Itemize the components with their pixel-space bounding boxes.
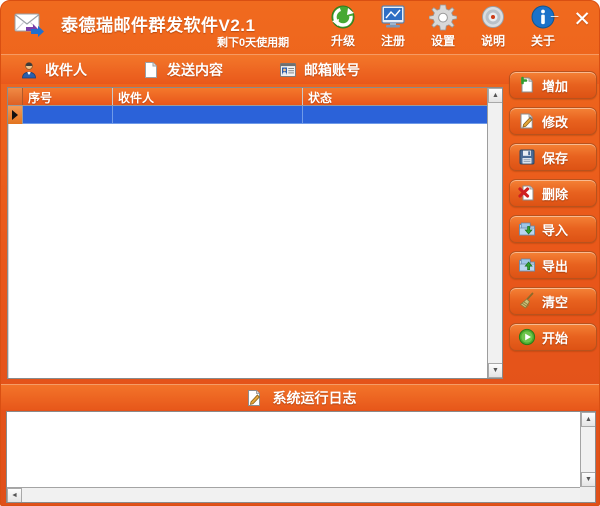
envelope-arrow-icon xyxy=(13,11,47,41)
minimize-button[interactable]: – xyxy=(550,6,560,26)
toolbar-label-about: 关于 xyxy=(530,34,555,48)
current-row-marker-icon xyxy=(12,110,18,120)
grid-vertical-scrollbar[interactable]: ▲ ▼ xyxy=(487,88,502,378)
clear-button-label: 清空 xyxy=(542,294,569,310)
toolbar-label-help: 说明 xyxy=(480,34,505,48)
save-button-label: 保存 xyxy=(542,150,569,166)
add-button[interactable]: 增加 xyxy=(509,71,597,99)
delete-cross-icon xyxy=(518,184,536,202)
log-horizontal-scrollbar[interactable]: ◄ ► xyxy=(7,487,595,502)
cd-disc-icon xyxy=(479,4,507,32)
cell-status[interactable] xyxy=(303,106,502,124)
import-folder-down-icon xyxy=(518,220,536,238)
toolbar-item-upgrade[interactable]: 升级 xyxy=(323,4,363,49)
edit-pencil-icon xyxy=(518,112,536,130)
cell-recipient[interactable] xyxy=(113,106,303,124)
play-start-icon xyxy=(518,328,536,346)
window-controls: – ✕ xyxy=(550,6,591,30)
monitor-blue-icon xyxy=(379,4,407,32)
import-button-label: 导入 xyxy=(542,222,569,238)
add-button-label: 增加 xyxy=(542,78,569,94)
document-page-icon xyxy=(142,61,160,79)
table-row[interactable] xyxy=(8,106,502,124)
toolbar-label-register: 注册 xyxy=(380,34,405,48)
broom-clear-icon xyxy=(518,292,536,310)
grid-column-header-status[interactable]: 状态 xyxy=(303,88,502,105)
title-bar: 泰德瑞邮件群发软件V2.1 剩下0天使用期 升级 注册 设置 说明 关于 – ✕ xyxy=(1,1,599,53)
log-scroll-left-button[interactable]: ◄ xyxy=(7,488,22,502)
toolbar-item-settings[interactable]: 设置 xyxy=(423,4,463,49)
scrollbar-corner xyxy=(580,487,595,502)
start-button-label: 开始 xyxy=(542,330,569,346)
modify-button-label: 修改 xyxy=(542,114,569,130)
clear-button[interactable]: 清空 xyxy=(509,287,597,315)
modify-button[interactable]: 修改 xyxy=(509,107,597,135)
export-button-label: 导出 xyxy=(542,258,569,274)
floppy-save-icon xyxy=(518,148,536,166)
toolbar-item-help[interactable]: 说明 xyxy=(473,4,513,49)
export-folder-up-icon xyxy=(518,256,536,274)
top-toolbar: 升级 注册 设置 说明 关于 xyxy=(323,4,563,49)
tab-label-send-content: 发送内容 xyxy=(167,61,223,78)
trial-status-text: 剩下0天使用期 xyxy=(217,37,290,49)
grid-header-row: 序号 收件人 状态 xyxy=(8,88,502,106)
cell-index[interactable] xyxy=(23,106,113,124)
tab-recipients[interactable]: 收件人 xyxy=(14,56,93,84)
add-document-icon xyxy=(518,76,536,94)
grid-scroll-down-button[interactable]: ▼ xyxy=(488,363,502,378)
log-note-icon xyxy=(246,389,263,407)
log-section-title: 系统运行日志 xyxy=(272,389,357,406)
user-person-icon xyxy=(20,61,38,79)
app-title: 泰德瑞邮件群发软件V2.1 xyxy=(61,16,256,35)
log-vertical-scrollbar[interactable]: ▲ ▼ xyxy=(580,412,595,487)
row-indicator-cell xyxy=(8,106,23,124)
log-scroll-up-button[interactable]: ▲ xyxy=(581,412,595,427)
log-output-container: ▲ ▼ ◄ ► xyxy=(6,411,596,503)
action-button-panel: 增加 修改 保存 删除 导入 导出 清空 开始 xyxy=(509,71,599,351)
tab-send-content[interactable]: 发送内容 xyxy=(136,56,229,84)
grid-scroll-up-button[interactable]: ▲ xyxy=(488,88,502,103)
log-scroll-down-button[interactable]: ▼ xyxy=(581,472,595,487)
start-button[interactable]: 开始 xyxy=(509,323,597,351)
delete-button[interactable]: 删除 xyxy=(509,179,597,207)
toolbar-label-settings: 设置 xyxy=(430,34,455,48)
close-button[interactable]: ✕ xyxy=(573,9,591,30)
refresh-green-icon xyxy=(329,4,357,32)
address-card-icon xyxy=(279,61,297,79)
gear-icon xyxy=(428,4,458,32)
import-button[interactable]: 导入 xyxy=(509,215,597,243)
log-textarea[interactable] xyxy=(7,412,580,487)
toolbar-label-upgrade: 升级 xyxy=(330,34,355,48)
recipients-grid[interactable]: 序号 收件人 状态 xyxy=(8,88,502,378)
grid-column-header-recipient[interactable]: 收件人 xyxy=(113,88,303,105)
grid-column-header-index[interactable]: 序号 xyxy=(23,88,113,105)
save-button[interactable]: 保存 xyxy=(509,143,597,171)
grid-header-indicator-cell xyxy=(8,88,23,105)
application-window: 泰德瑞邮件群发软件V2.1 剩下0天使用期 升级 注册 设置 说明 关于 – ✕… xyxy=(0,0,600,506)
tab-label-recipients: 收件人 xyxy=(45,61,87,78)
tab-email-account[interactable]: 邮箱账号 xyxy=(273,56,366,84)
delete-button-label: 删除 xyxy=(542,186,569,202)
log-section-header: 系统运行日志 xyxy=(1,384,599,410)
tab-label-email-account: 邮箱账号 xyxy=(304,61,360,78)
export-button[interactable]: 导出 xyxy=(509,251,597,279)
recipients-grid-container: 序号 收件人 状态 ▲ ▼ xyxy=(7,87,503,379)
toolbar-item-register[interactable]: 注册 xyxy=(373,4,413,49)
